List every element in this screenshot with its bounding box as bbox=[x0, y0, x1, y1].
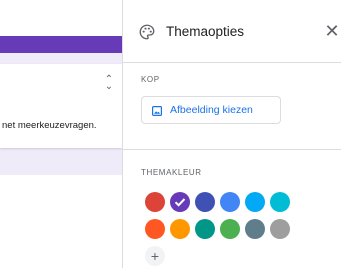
color-swatch-grey[interactable] bbox=[270, 219, 290, 239]
selected-check-icon bbox=[174, 198, 186, 207]
color-swatch-orange[interactable] bbox=[170, 219, 190, 239]
theme-color-label: THEMAKLEUR bbox=[141, 168, 202, 177]
close-icon[interactable]: ✕ bbox=[322, 20, 341, 42]
form-accent-bar bbox=[0, 36, 122, 53]
collapse-chevrons-icon[interactable]: ⌃ ⌄ bbox=[103, 75, 115, 92]
color-swatch-light-blue[interactable] bbox=[245, 192, 265, 212]
color-swatch-deep-orange[interactable] bbox=[145, 219, 165, 239]
color-swatch-cyan[interactable] bbox=[270, 192, 290, 212]
panel-title: Themaopties bbox=[166, 24, 245, 39]
color-swatch-indigo[interactable] bbox=[195, 192, 215, 212]
header-section: KOP Afbeelding kiezen bbox=[123, 64, 341, 150]
color-swatch-blue[interactable] bbox=[220, 192, 240, 212]
header-section-label: KOP bbox=[141, 75, 160, 84]
color-swatch-teal[interactable] bbox=[195, 219, 215, 239]
color-swatch-green[interactable] bbox=[220, 219, 240, 239]
palette-icon bbox=[139, 24, 155, 40]
choose-image-label: Afbeelding kiezen bbox=[170, 104, 253, 116]
form-description-text: net meerkeuzevragen. bbox=[2, 120, 97, 131]
form-lower-area bbox=[0, 175, 122, 268]
add-custom-color-button[interactable]: + bbox=[145, 246, 165, 266]
color-swatch-blue-grey[interactable] bbox=[245, 219, 265, 239]
color-swatch-purple[interactable] bbox=[170, 192, 190, 212]
image-icon bbox=[152, 106, 162, 116]
theme-options-panel: Themaopties ✕ KOP Afbeelding kiezen THEM… bbox=[122, 0, 341, 268]
theme-color-section: THEMAKLEUR + bbox=[123, 150, 341, 268]
form-editor: ⌃ ⌄ net meerkeuzevragen. bbox=[0, 0, 122, 268]
panel-header: Themaopties ✕ bbox=[123, 0, 341, 63]
choose-image-button[interactable]: Afbeelding kiezen bbox=[141, 96, 281, 124]
color-swatch-red[interactable] bbox=[145, 192, 165, 212]
